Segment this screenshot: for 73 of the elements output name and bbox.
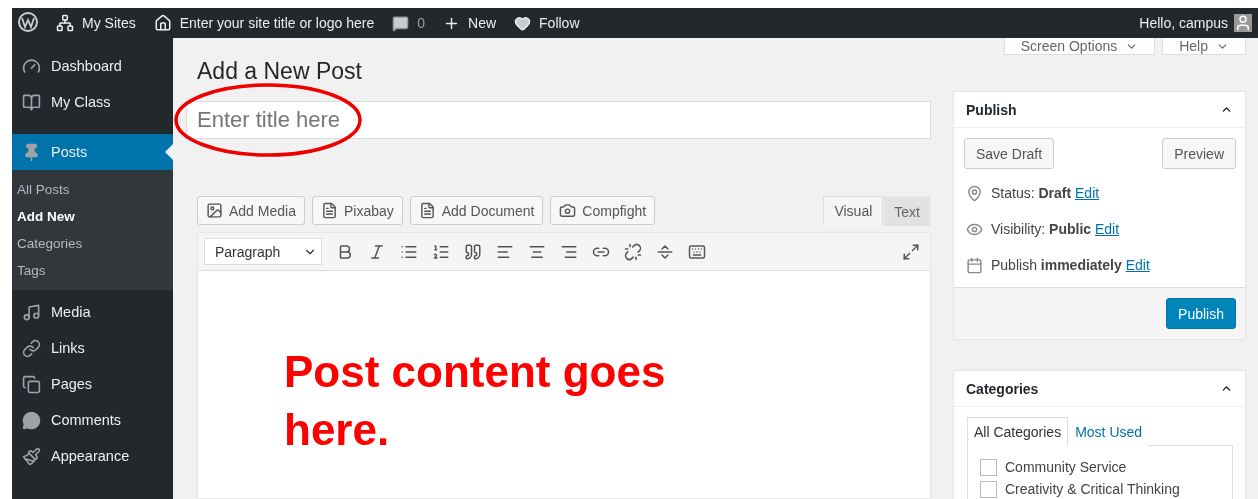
submenu-item[interactable]: Add New	[12, 203, 173, 230]
media-button[interactable]: Add Document	[409, 196, 544, 225]
media-button[interactable]: Compfight	[550, 196, 656, 225]
media-button[interactable]: Pixabay	[311, 196, 403, 225]
sites-icon	[56, 14, 74, 32]
screen-tab[interactable]: Help	[1162, 38, 1246, 55]
submenu-item[interactable]: All Posts	[12, 176, 173, 203]
edit-link[interactable]: Edit	[1095, 221, 1120, 237]
account-link[interactable]: Hello, campus	[1139, 14, 1252, 32]
comment-icon	[392, 14, 410, 32]
editor-area[interactable]: Paragraph Post content goes here.	[197, 232, 931, 499]
calendar-icon	[966, 256, 983, 274]
annotation-text: Post content goes here.	[284, 346, 667, 456]
editor-tab[interactable]: Visual	[823, 196, 884, 226]
avatar-icon	[1234, 14, 1252, 32]
pin-icon	[22, 142, 41, 162]
checkbox[interactable]	[980, 480, 997, 498]
book-icon	[22, 92, 41, 112]
category-option[interactable]: Creativity & Critical Thinking	[980, 478, 1220, 499]
sidebar-item[interactable]: Appearance	[12, 438, 173, 474]
panel-title: Categories	[966, 380, 1039, 397]
screen-tab[interactable]: Screen Options	[1003, 38, 1156, 55]
sidebar-item[interactable]: My Class	[12, 84, 173, 120]
preview-button[interactable]: Preview	[1162, 138, 1236, 169]
dashboard-icon	[22, 56, 41, 76]
submenu-item[interactable]: Tags	[12, 257, 173, 284]
category-tab[interactable]: All Categories	[967, 417, 1069, 446]
speech-bubble-icon	[22, 410, 41, 430]
wordpress-logo-icon[interactable]	[18, 11, 38, 32]
home-icon	[153, 14, 172, 32]
publish-button[interactable]: Publish	[1166, 298, 1236, 329]
panel-title: Publish	[966, 101, 1017, 118]
admin-bar-link[interactable]: My Sites	[56, 14, 136, 32]
quote-icon[interactable]	[464, 242, 482, 261]
editor-tab[interactable]: Text	[883, 196, 931, 226]
publish-setting: Status: Draft Edit	[991, 185, 1100, 201]
save-draft-button[interactable]: Save Draft	[964, 138, 1055, 169]
category-option[interactable]: Community Service	[980, 456, 1220, 478]
admin-bar-link[interactable]: 0	[392, 14, 426, 32]
publish-setting: Visibility: Public Edit	[991, 221, 1120, 237]
page-title: Add a New Post	[197, 58, 363, 85]
admin-bar-link[interactable]: Enter your site title or logo here	[153, 14, 375, 32]
read-more-icon[interactable]	[656, 242, 674, 261]
camera-icon	[559, 202, 577, 219]
checkbox[interactable]	[980, 458, 997, 476]
sidebar-item[interactable]: Posts	[12, 134, 173, 170]
fullscreen-icon[interactable]	[902, 242, 920, 261]
unlink-icon[interactable]	[624, 242, 642, 261]
edit-link[interactable]: Edit	[1075, 185, 1100, 201]
sidebar-item[interactable]: Links	[12, 330, 173, 366]
sidebar-item[interactable]: Pages	[12, 366, 173, 402]
media-icon	[206, 202, 223, 219]
heart-icon	[514, 14, 532, 32]
sidebar-item[interactable]: Media	[12, 294, 173, 330]
submenu-item[interactable]: Categories	[12, 230, 173, 257]
pin-icon	[966, 184, 983, 202]
format-select[interactable]: Paragraph	[204, 238, 322, 265]
admin-bar-link[interactable]: Follow	[514, 14, 580, 32]
media-button[interactable]: Add Media	[197, 196, 305, 225]
edit-link[interactable]: Edit	[1125, 257, 1150, 273]
link-icon	[22, 338, 41, 358]
admin-bar-link[interactable]: New	[443, 14, 497, 32]
paintbrush-icon	[22, 446, 41, 466]
numbered-list-icon[interactable]	[432, 242, 450, 261]
publish-setting: Publish immediately Edit	[991, 257, 1150, 273]
title-field[interactable]: Enter title here	[186, 101, 931, 139]
media-icon	[22, 302, 41, 322]
sidebar-item[interactable]: Comments	[12, 402, 173, 438]
italic-icon[interactable]	[368, 242, 386, 261]
pages-icon	[22, 374, 41, 394]
keyboard-icon[interactable]	[688, 242, 706, 261]
document-icon	[418, 202, 436, 219]
sidebar-item[interactable]: Dashboard	[12, 48, 173, 84]
